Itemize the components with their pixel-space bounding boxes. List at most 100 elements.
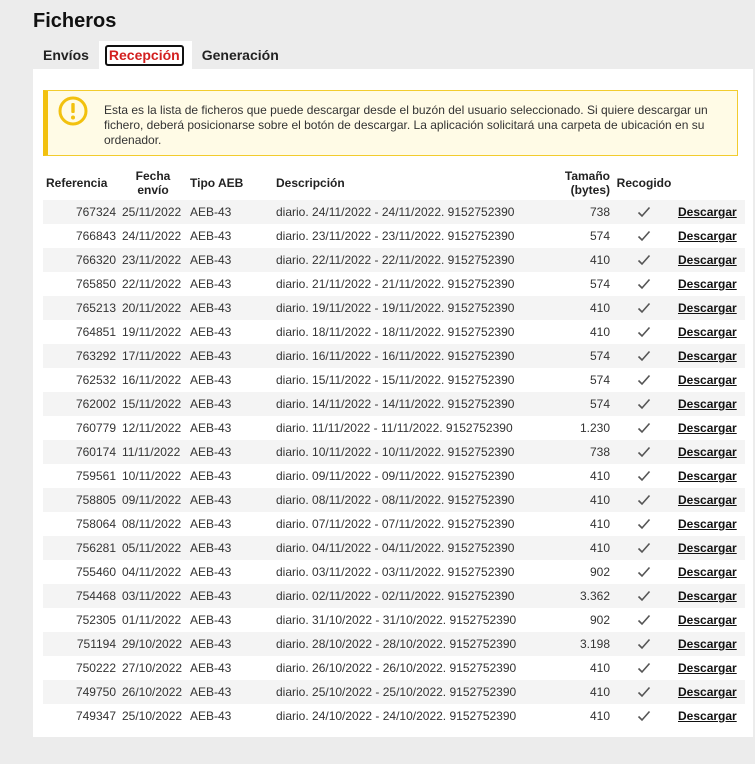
cell-descripcion: diario. 16/11/2022 - 16/11/2022. 9152752… [273,344,559,368]
cell-fecha-envio: 01/11/2022 [122,613,182,627]
download-link[interactable]: Descargar [678,493,737,507]
download-link[interactable]: Descargar [678,637,737,651]
table-row: 760779 12/11/2022 AEB-43 diario. 11/11/2022… [43,416,745,440]
cell-tipo-aeb: AEB-43 [190,229,232,243]
cell-recogido [613,296,675,320]
header-tipo-aeb: Tipo AEB [190,176,244,190]
cell-referencia: 754468 [43,584,119,608]
download-link[interactable]: Descargar [678,205,737,219]
cell-fecha-envio: 05/11/2022 [119,536,187,560]
cell-referencia: 759561 [75,469,116,483]
cell-descripcion: diario. 03/11/2022 - 03/11/2022. 9152752… [276,565,515,579]
cell-download: Descargar [675,536,745,560]
download-link[interactable]: Descargar [678,541,737,555]
cell-tamano: 410 [559,536,613,560]
cell-referencia: 760174 [43,440,119,464]
check-icon [637,470,651,482]
tab-envios[interactable]: Envíos [33,41,99,69]
download-link[interactable]: Descargar [678,229,737,243]
cell-download: Descargar [675,320,745,344]
download-link[interactable]: Descargar [678,469,737,483]
cell-tamano: 574 [589,277,610,291]
table-row: 764851 19/11/2022 AEB-43 diario. 18/11/2022… [43,320,745,344]
cell-fecha-envio: 15/11/2022 [119,392,187,416]
cell-referencia: 765850 [75,277,116,291]
download-link[interactable]: Descargar [678,685,737,699]
download-link[interactable]: Descargar [678,613,737,627]
cell-descripcion: diario. 14/11/2022 - 14/11/2022. 9152752… [273,392,559,416]
tab-recepcion-label: Recepción [104,45,184,66]
table-row: 754468 03/11/2022 AEB-43 diario. 02/11/2022… [43,584,745,608]
cell-tamano: 3.198 [559,632,613,656]
cell-download: Descargar [675,464,745,488]
cell-referencia: 764851 [75,325,116,339]
cell-recogido [613,608,675,632]
cell-descripcion: diario. 07/11/2022 - 07/11/2022. 9152752… [276,517,515,531]
cell-download: Descargar [675,584,745,608]
cell-descripcion: diario. 18/11/2022 - 18/11/2022. 9152752… [276,325,515,339]
tab-recepcion[interactable]: Recepción [98,41,192,69]
cell-fecha-envio: 29/10/2022 [119,632,187,656]
download-link[interactable]: Descargar [678,517,737,531]
check-icon [637,518,651,530]
header-fecha-envio: Fecha envío [135,169,171,197]
cell-fecha-envio: 11/11/2022 [119,440,187,464]
cell-download: Descargar [675,560,745,584]
cell-recogido [613,632,675,656]
download-link[interactable]: Descargar [678,349,737,363]
download-link[interactable]: Descargar [678,445,737,459]
table-row: 755460 04/11/2022 AEB-43 diario. 03/11/2022… [43,560,745,584]
tab-generacion[interactable]: Generación [192,41,289,69]
cell-recogido [613,512,675,536]
cell-download: Descargar [675,704,745,728]
cell-tipo-aeb: AEB-43 [187,584,273,608]
cell-fecha-envio: 25/10/2022 [122,709,183,723]
cell-descripcion: diario. 23/11/2022 - 23/11/2022. 9152752… [276,229,515,243]
cell-tipo-aeb: AEB-43 [190,469,232,483]
cell-fecha-envio: 03/11/2022 [119,584,187,608]
download-link[interactable]: Descargar [678,661,737,675]
check-icon [637,302,651,314]
cell-download: Descargar [675,224,745,248]
cell-descripcion: diario. 25/10/2022 - 25/10/2022. 9152752… [273,680,559,704]
table-row: 762002 15/11/2022 AEB-43 diario. 14/11/2022… [43,392,745,416]
download-link[interactable]: Descargar [678,589,737,603]
check-icon [637,374,651,386]
download-link[interactable]: Descargar [678,253,737,267]
cell-fecha-envio: 27/10/2022 [122,661,183,675]
table-row: 765850 22/11/2022 AEB-43 diario. 21/11/2022… [43,272,745,296]
cell-download: Descargar [675,296,745,320]
cell-fecha-envio: 17/11/2022 [119,344,187,368]
check-icon [637,710,651,722]
cell-tamano: 3.362 [559,584,613,608]
table-row: 760174 11/11/2022 AEB-43 diario. 10/11/2022… [43,440,745,464]
check-icon [637,662,651,674]
cell-fecha-envio: 24/11/2022 [122,229,182,243]
check-icon [637,326,651,338]
cell-tipo-aeb: AEB-43 [190,373,232,387]
cell-recogido [613,248,675,272]
page-title: Ficheros [33,10,117,32]
download-link[interactable]: Descargar [678,565,737,579]
table-header-row: Referencia Fecha envío Tipo AEB Descripc… [43,166,745,200]
header-referencia: Referencia [46,176,108,190]
download-link[interactable]: Descargar [678,277,737,291]
cell-tamano: 1.230 [579,421,610,435]
cell-descripcion: diario. 28/10/2022 - 28/10/2022. 9152752… [273,632,559,656]
cell-referencia: 749347 [75,709,116,723]
download-link[interactable]: Descargar [678,373,737,387]
cell-download: Descargar [675,200,745,224]
download-link[interactable]: Descargar [678,421,737,435]
info-notice: Esta es la lista de ficheros que puede d… [43,90,738,156]
download-link[interactable]: Descargar [678,709,737,723]
cell-descripcion: diario. 10/11/2022 - 10/11/2022. 9152752… [273,440,559,464]
cell-recogido [613,272,675,296]
cell-download: Descargar [675,344,745,368]
cell-referencia: 766843 [75,229,116,243]
header-tamano: Tamaño (bytes) [564,169,610,197]
download-link[interactable]: Descargar [678,325,737,339]
exclamation-circle-icon [58,96,88,126]
download-link[interactable]: Descargar [678,301,737,315]
cell-recogido [613,320,675,344]
download-link[interactable]: Descargar [678,397,737,411]
